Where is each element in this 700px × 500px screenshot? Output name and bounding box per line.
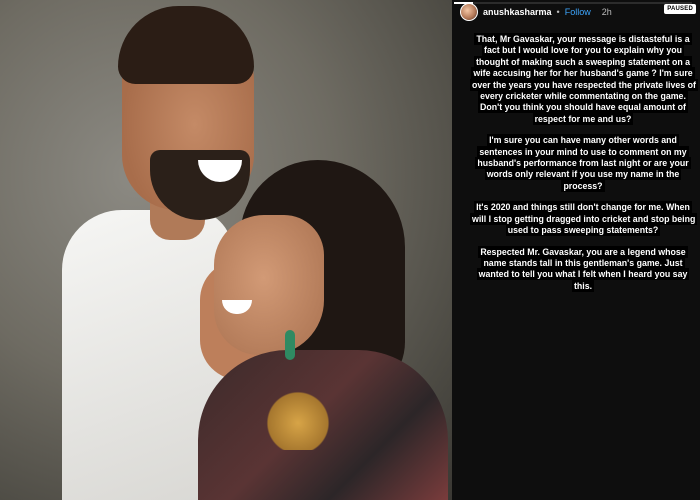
username[interactable]: anushkasharma [483, 7, 552, 17]
story-paragraph-1: That, Mr Gavaskar, your message is dista… [470, 33, 698, 125]
man-hair [118, 6, 254, 84]
follow-link[interactable]: Follow [565, 7, 591, 17]
woman-face [214, 215, 324, 355]
story-paragraph-4: Respected Mr. Gavaskar, you are a legend… [476, 245, 690, 292]
necklace [258, 360, 338, 450]
story-photo [0, 0, 452, 500]
separator-dot: • [556, 7, 560, 17]
avatar[interactable] [460, 3, 478, 21]
story-paragraph-3: It's 2020 and things still don't change … [470, 201, 698, 237]
earring [285, 330, 295, 360]
paused-badge: PAUSED [664, 4, 696, 14]
story-text: That, Mr Gavaskar, your message is dista… [470, 33, 698, 302]
story-time: 2h [601, 7, 612, 17]
story-view: anushkasharma • Follow 2h PAUSED That, M… [0, 0, 700, 500]
story-paragraph-2: I'm sure you can have many other words a… [475, 134, 691, 192]
